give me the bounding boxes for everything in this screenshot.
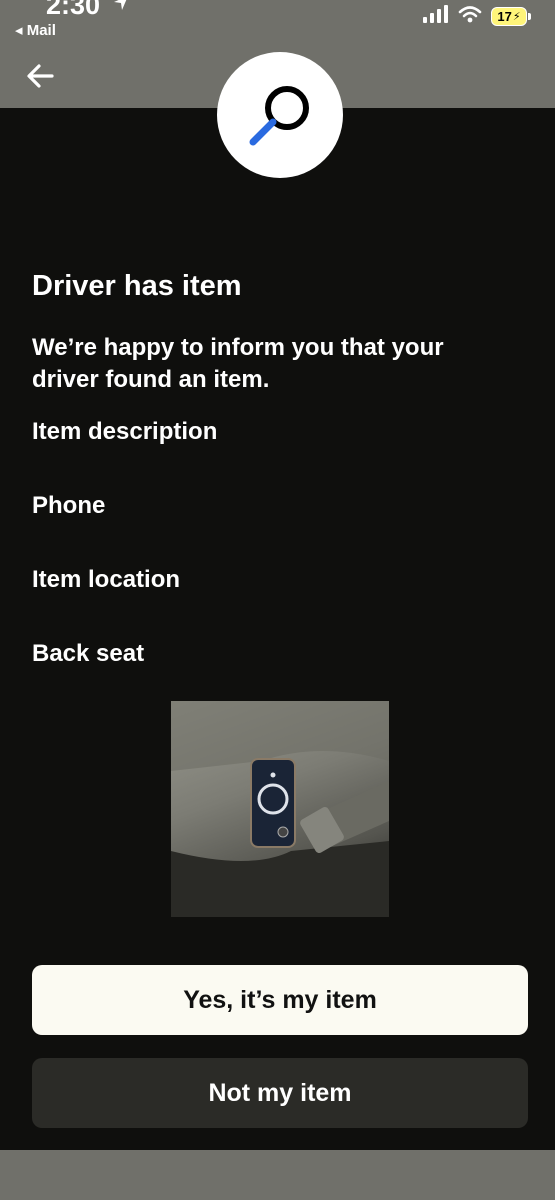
location-arrow-icon — [112, 0, 130, 17]
magnifier-icon — [249, 86, 309, 146]
back-to-mail-link[interactable]: ◂ Mail — [15, 21, 56, 39]
heading: Driver has item — [32, 270, 242, 302]
battery-indicator: 17 ⚡ — [491, 7, 531, 26]
item-description-label: Item description — [32, 418, 218, 445]
item-description-value: Phone — [32, 492, 106, 519]
battery-level: 17 — [497, 9, 512, 24]
bottom-bar — [0, 1150, 555, 1200]
search-illustration — [217, 52, 343, 178]
item-photo[interactable] — [171, 701, 389, 917]
status-time: 2:30 — [46, 0, 101, 20]
item-location-label: Item location — [32, 566, 181, 593]
charging-bolt-icon: ⚡ — [512, 11, 521, 23]
confirm-item-button[interactable]: Yes, it’s my item — [32, 965, 528, 1035]
lead-text: We’re happy to inform you that your driv… — [32, 334, 444, 393]
item-location-value: Back seat — [32, 640, 145, 667]
status-bar: 2:30 ◂ Mail 17 ⚡ — [0, 0, 555, 48]
battery-tip — [528, 13, 531, 20]
not-my-item-button[interactable]: Not my item — [32, 1058, 528, 1128]
wifi-icon — [458, 5, 482, 28]
status-icons: 17 ⚡ — [423, 5, 531, 28]
signal-icon — [423, 5, 449, 28]
